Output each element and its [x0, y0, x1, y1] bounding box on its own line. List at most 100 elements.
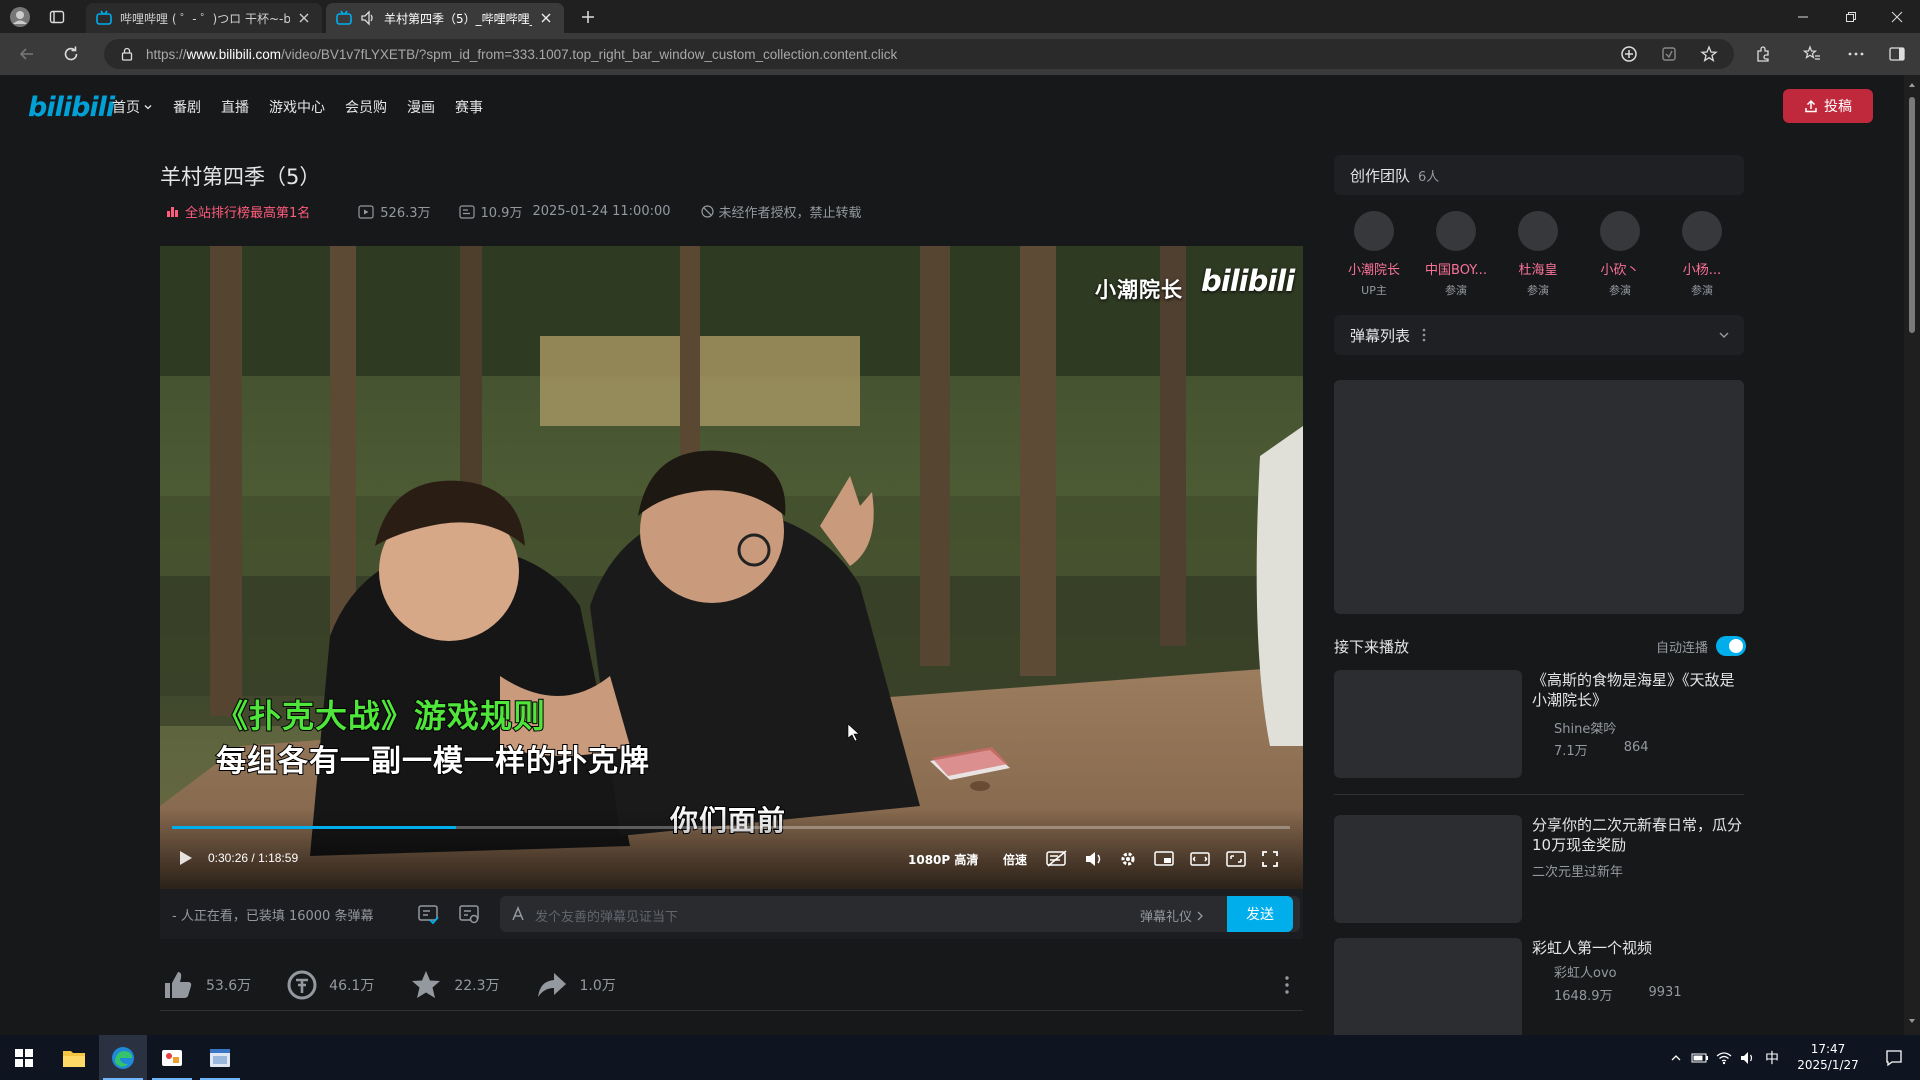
nav-home[interactable]: 首页: [112, 97, 153, 117]
team-member[interactable]: 杜海皇 参演: [1498, 211, 1578, 298]
scroll-thumb[interactable]: [1909, 97, 1915, 333]
favorites-bar-icon[interactable]: [1801, 43, 1823, 65]
volume-icon[interactable]: [1084, 850, 1104, 868]
danmaku-list-header[interactable]: 弹幕列表: [1334, 315, 1744, 355]
recommended-video[interactable]: 彩虹人第一个视频 彩虹人ovo 1648.9万 9931: [1334, 938, 1744, 1035]
extensions-icon[interactable]: [1752, 43, 1774, 65]
progress-bar[interactable]: [172, 826, 1290, 829]
rec-uploader[interactable]: 彩虹人ovo: [1554, 962, 1617, 981]
divider: [160, 1010, 1303, 1011]
video-thumbnail[interactable]: [1334, 938, 1522, 1035]
close-tab-icon[interactable]: [538, 10, 554, 26]
app-window-icon[interactable]: [196, 1035, 244, 1080]
font-style-icon[interactable]: [510, 906, 526, 922]
more-menu-icon[interactable]: [1845, 43, 1867, 65]
play-pause-icon[interactable]: [178, 849, 194, 867]
danmaku-input[interactable]: 发个友善的弹幕见证当下 弹幕礼仪: [500, 896, 1300, 932]
new-tab-icon[interactable]: [576, 6, 600, 28]
start-windows-icon[interactable]: [0, 1035, 48, 1080]
reading-mode-icon[interactable]: [1658, 43, 1680, 65]
translate-icon[interactable]: [1618, 43, 1640, 65]
network-icon[interactable]: [1712, 1035, 1736, 1080]
danmaku-toggle-icon[interactable]: [1046, 850, 1068, 868]
video-player[interactable]: 小潮院长 bilibili 《扑克大战》游戏规则 每组各有一副一模一样的扑克牌 …: [160, 246, 1303, 889]
speed-selector[interactable]: 倍速: [1003, 851, 1027, 868]
share-button[interactable]: 1.0万: [536, 969, 616, 1001]
speaker-icon[interactable]: [1736, 1035, 1760, 1080]
send-danmaku-button[interactable]: 发送: [1227, 896, 1293, 932]
coin-button[interactable]: 46.1万: [287, 970, 374, 1000]
avatar[interactable]: [1354, 211, 1394, 251]
avatar[interactable]: [1436, 211, 1476, 251]
back-icon[interactable]: [16, 43, 38, 65]
picture-in-picture-icon[interactable]: [1154, 850, 1174, 868]
file-explorer-icon[interactable]: [50, 1035, 98, 1080]
avatar[interactable]: [1682, 211, 1722, 251]
autoplay-toggle[interactable]: [1716, 636, 1747, 656]
nav-game-center[interactable]: 游戏中心: [269, 97, 325, 117]
avatar[interactable]: [1600, 211, 1640, 251]
chevron-down-icon[interactable]: [1718, 329, 1730, 341]
settings-gear-icon[interactable]: [1119, 850, 1137, 868]
autoplay-toggle-group[interactable]: 自动连播: [1656, 636, 1747, 656]
refresh-icon[interactable]: [60, 43, 82, 65]
nav-mall[interactable]: 会员购: [345, 97, 387, 117]
profile-avatar-icon[interactable]: [8, 5, 32, 29]
edge-browser-icon[interactable]: [99, 1035, 147, 1080]
close-window-icon[interactable]: [1882, 6, 1912, 28]
web-fullscreen-icon[interactable]: [1226, 850, 1246, 868]
bilibili-logo[interactable]: bilibili: [28, 92, 115, 123]
team-member[interactable]: 中国BOY... 参演: [1416, 211, 1496, 298]
rec-title[interactable]: 分享你的二次元新春日常，瓜分10万现金奖励: [1532, 815, 1744, 855]
page-scrollbar[interactable]: [1904, 75, 1920, 1035]
rec-uploader[interactable]: Shine桀吟: [1554, 718, 1616, 737]
sidebar-toggle-icon[interactable]: [1886, 43, 1908, 65]
video-thumbnail[interactable]: [1334, 815, 1522, 923]
notification-center-icon[interactable]: [1874, 1035, 1914, 1080]
audio-playing-icon[interactable]: [360, 10, 376, 26]
like-button[interactable]: 53.6万: [162, 969, 251, 1001]
url-field[interactable]: https://www.bilibili.com/video/BV1v7fLYX…: [104, 39, 1734, 69]
rank-badge[interactable]: 全站排行榜最高第1名: [166, 202, 310, 221]
close-tab-icon[interactable]: [296, 10, 312, 26]
nav-esports[interactable]: 赛事: [455, 97, 483, 117]
danmaku-etiquette-link[interactable]: 弹幕礼仪: [1140, 906, 1204, 925]
recommended-video[interactable]: 分享你的二次元新春日常，瓜分10万现金奖励 二次元里过新年: [1334, 815, 1744, 923]
danmaku-settings-icon[interactable]: [458, 903, 480, 925]
minimize-icon[interactable]: [1788, 6, 1818, 28]
battery-icon[interactable]: [1688, 1035, 1712, 1080]
avatar[interactable]: [1518, 211, 1558, 251]
fullscreen-icon[interactable]: [1261, 850, 1279, 868]
upload-button[interactable]: 投稿: [1783, 89, 1873, 123]
wide-screen-icon[interactable]: [1190, 850, 1210, 868]
quality-selector[interactable]: 1080P 高清: [908, 851, 978, 868]
favorite-button[interactable]: 22.3万: [410, 969, 500, 1001]
rec-uploader[interactable]: 二次元里过新年: [1532, 861, 1623, 880]
share-arrow-icon: [537, 973, 566, 997]
tab-actions-icon[interactable]: [48, 8, 66, 26]
lock-icon[interactable]: [120, 47, 134, 61]
rec-title[interactable]: 《高斯的食物是海星》《天敌是小潮院长》: [1532, 670, 1744, 710]
ad-placeholder[interactable]: [1334, 380, 1744, 614]
team-member[interactable]: 小砍丶 参演: [1580, 211, 1660, 298]
restore-icon[interactable]: [1836, 6, 1866, 28]
nav-live[interactable]: 直播: [221, 97, 249, 117]
team-member[interactable]: 小杨... 参演: [1662, 211, 1742, 298]
danmaku-list-menu-icon[interactable]: [1422, 328, 1426, 342]
more-actions-icon[interactable]: [1284, 975, 1290, 995]
ime-indicator[interactable]: 中: [1760, 1035, 1784, 1080]
recommended-video[interactable]: 《高斯的食物是海星》《天敌是小潮院长》 Shine桀吟 7.1万 864: [1334, 670, 1744, 778]
tab-bilibili-home[interactable]: 哔哩哔哩 ( ゜- ゜)つロ 干杯~-bilibili: [86, 3, 322, 33]
paint-app-icon[interactable]: [148, 1035, 196, 1080]
rec-title[interactable]: 彩虹人第一个视频: [1532, 938, 1744, 958]
danmaku-display-icon[interactable]: [417, 903, 439, 925]
video-thumbnail[interactable]: [1334, 670, 1522, 778]
system-clock[interactable]: 17:47 2025/1/27: [1788, 1041, 1868, 1073]
tray-chevron-up-icon[interactable]: [1664, 1035, 1688, 1080]
tab-video-active[interactable]: 羊村第四季（5）_哔哩哔哩_bilibili: [326, 3, 564, 33]
team-member[interactable]: 小潮院长 UP主: [1334, 211, 1414, 298]
danmaku-count: 10.9万: [458, 202, 522, 221]
favorite-star-icon[interactable]: [1698, 43, 1720, 65]
nav-bangumi[interactable]: 番剧: [173, 97, 201, 117]
nav-manga[interactable]: 漫画: [407, 97, 435, 117]
